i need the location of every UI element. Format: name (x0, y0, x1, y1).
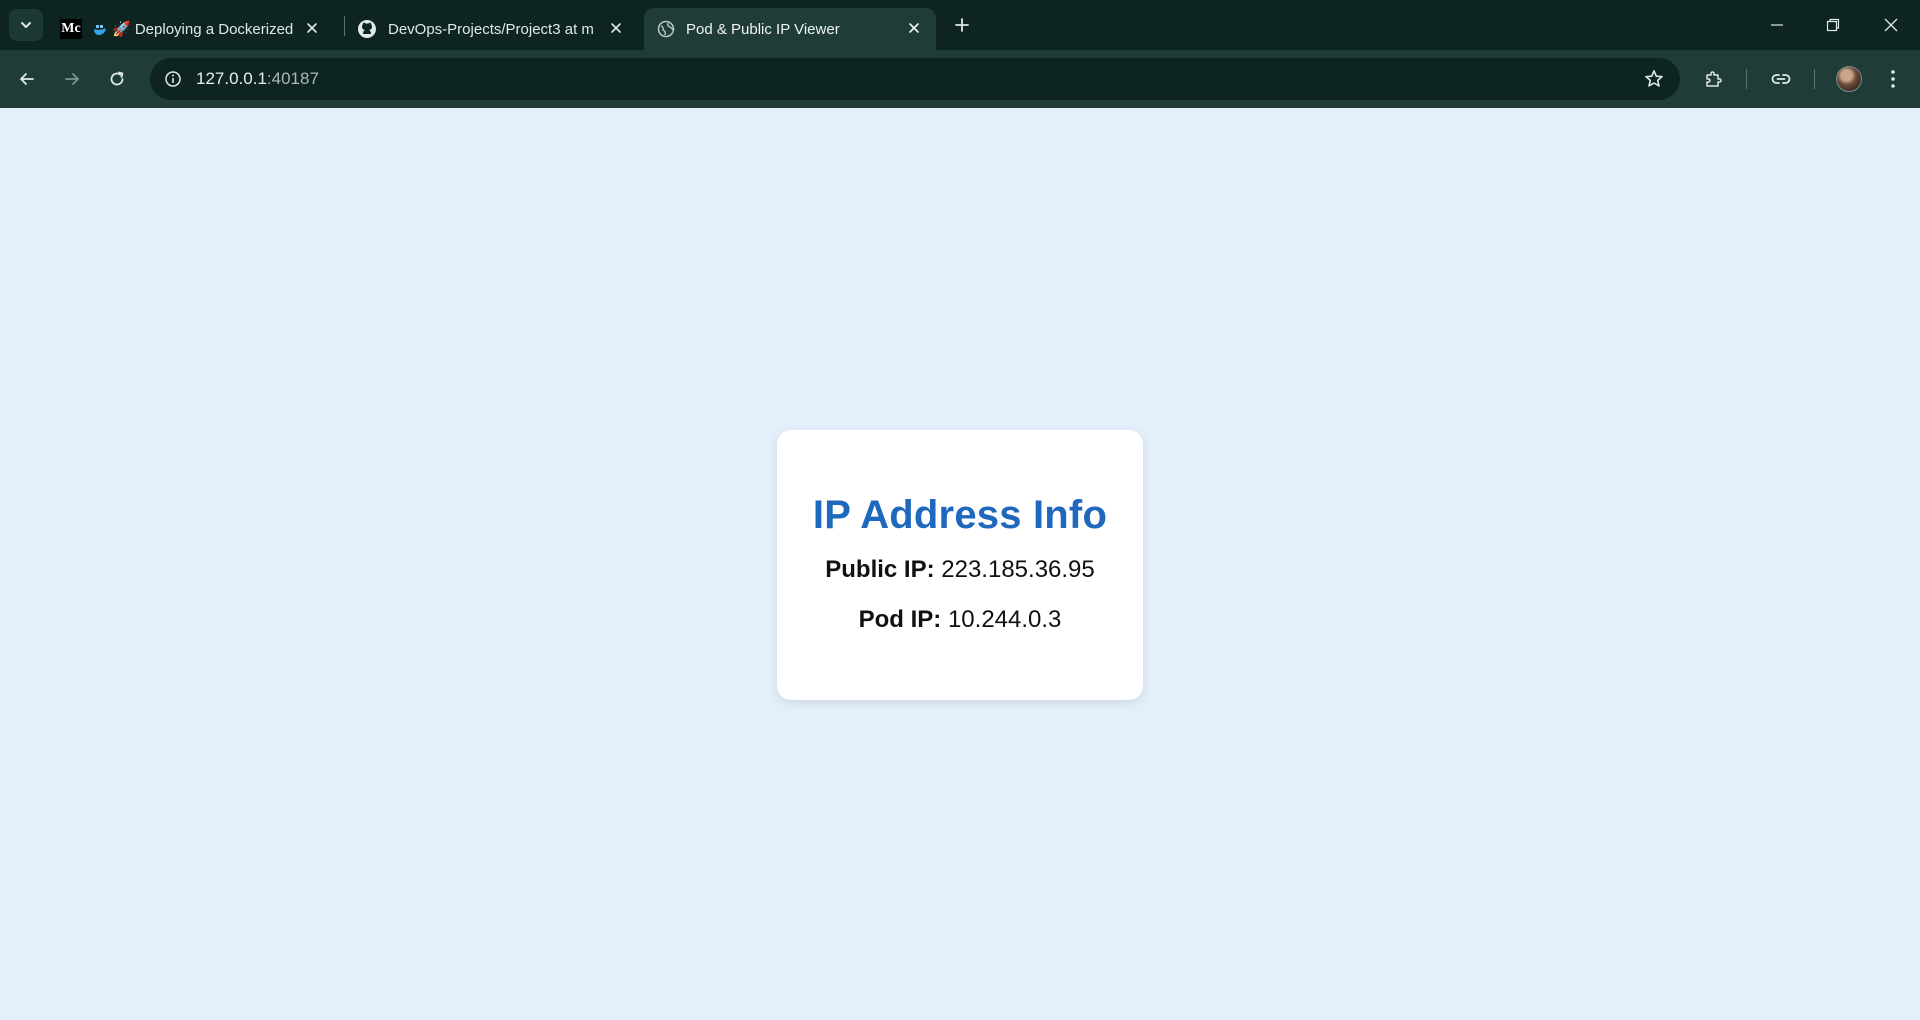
close-tab-icon[interactable] (904, 18, 924, 38)
close-window-button[interactable] (1876, 10, 1906, 40)
pod-ip-row: Pod IP: 10.244.0.3 (777, 606, 1143, 634)
address-bar[interactable]: 127.0.0.1:40187 (150, 58, 1680, 100)
browser-toolbar: 127.0.0.1:40187 (0, 50, 1920, 108)
tab-label: DevOps-Projects/Project3 at m (388, 20, 594, 38)
puzzle-icon (1703, 69, 1723, 89)
public-ip-label: Public IP: (825, 556, 935, 583)
back-button[interactable] (10, 62, 44, 96)
ip-info-card: IP Address Info Public IP: 223.185.36.95… (777, 430, 1143, 700)
public-ip-value: 223.185.36.95 (941, 556, 1095, 583)
tab-search-button[interactable] (9, 9, 43, 41)
star-icon (1644, 69, 1664, 89)
forward-button[interactable] (55, 62, 89, 96)
page-title: IP Address Info (812, 493, 1108, 537)
close-icon (1884, 18, 1898, 32)
bookmark-button[interactable] (1642, 67, 1666, 91)
profile-avatar[interactable] (1836, 66, 1862, 92)
restore-icon (1826, 18, 1840, 32)
minimize-icon (1770, 18, 1784, 32)
toolbar-separator (1746, 69, 1747, 89)
close-tab-icon[interactable] (302, 18, 322, 38)
github-icon (356, 18, 378, 40)
tab-label: Pod & Public IP Viewer (686, 20, 840, 38)
link-icon (1770, 68, 1792, 90)
reload-icon (108, 70, 126, 88)
chevron-down-icon (19, 18, 33, 32)
docker-emoji-icon (92, 21, 108, 37)
arrow-left-icon (18, 70, 36, 88)
medium-favicon-icon: Mc (60, 19, 82, 39)
extensions-button[interactable] (1696, 62, 1730, 96)
new-tab-button[interactable] (950, 13, 974, 37)
close-tab-icon[interactable] (606, 18, 626, 38)
url-text[interactable]: 127.0.0.1:40187 (196, 69, 319, 89)
menu-button[interactable] (1876, 62, 1910, 96)
arrow-right-icon (63, 70, 81, 88)
tab-strip: Mc 🚀 Deploying a Dockerized DevOps-Proje… (0, 0, 1920, 50)
toolbar-separator (1814, 69, 1815, 89)
url-host: 127.0.0.1 (196, 69, 267, 88)
plus-icon (954, 17, 970, 33)
kebab-menu-icon (1890, 69, 1896, 89)
public-ip-row: Public IP: 223.185.36.95 (777, 556, 1143, 584)
globe-icon (656, 19, 676, 39)
tab-separator (344, 16, 345, 36)
tab-deploying-dockerized[interactable]: Mc 🚀 Deploying a Dockerized (56, 8, 334, 50)
site-info-button[interactable] (160, 66, 186, 92)
minimize-button[interactable] (1762, 10, 1792, 40)
restore-button[interactable] (1818, 10, 1848, 40)
pod-ip-value: 10.244.0.3 (947, 606, 1062, 633)
tab-devops-projects[interactable]: DevOps-Projects/Project3 at m (354, 8, 638, 50)
url-port: :40187 (266, 69, 319, 88)
reload-button[interactable] (100, 62, 134, 96)
pod-ip-label: Pod IP: (858, 606, 942, 633)
tab-label: 🚀 Deploying a Dockerized (112, 21, 294, 38)
info-icon (164, 70, 182, 88)
share-link-button[interactable] (1764, 62, 1798, 96)
tab-pod-public-ip-viewer[interactable]: Pod & Public IP Viewer (644, 8, 936, 50)
